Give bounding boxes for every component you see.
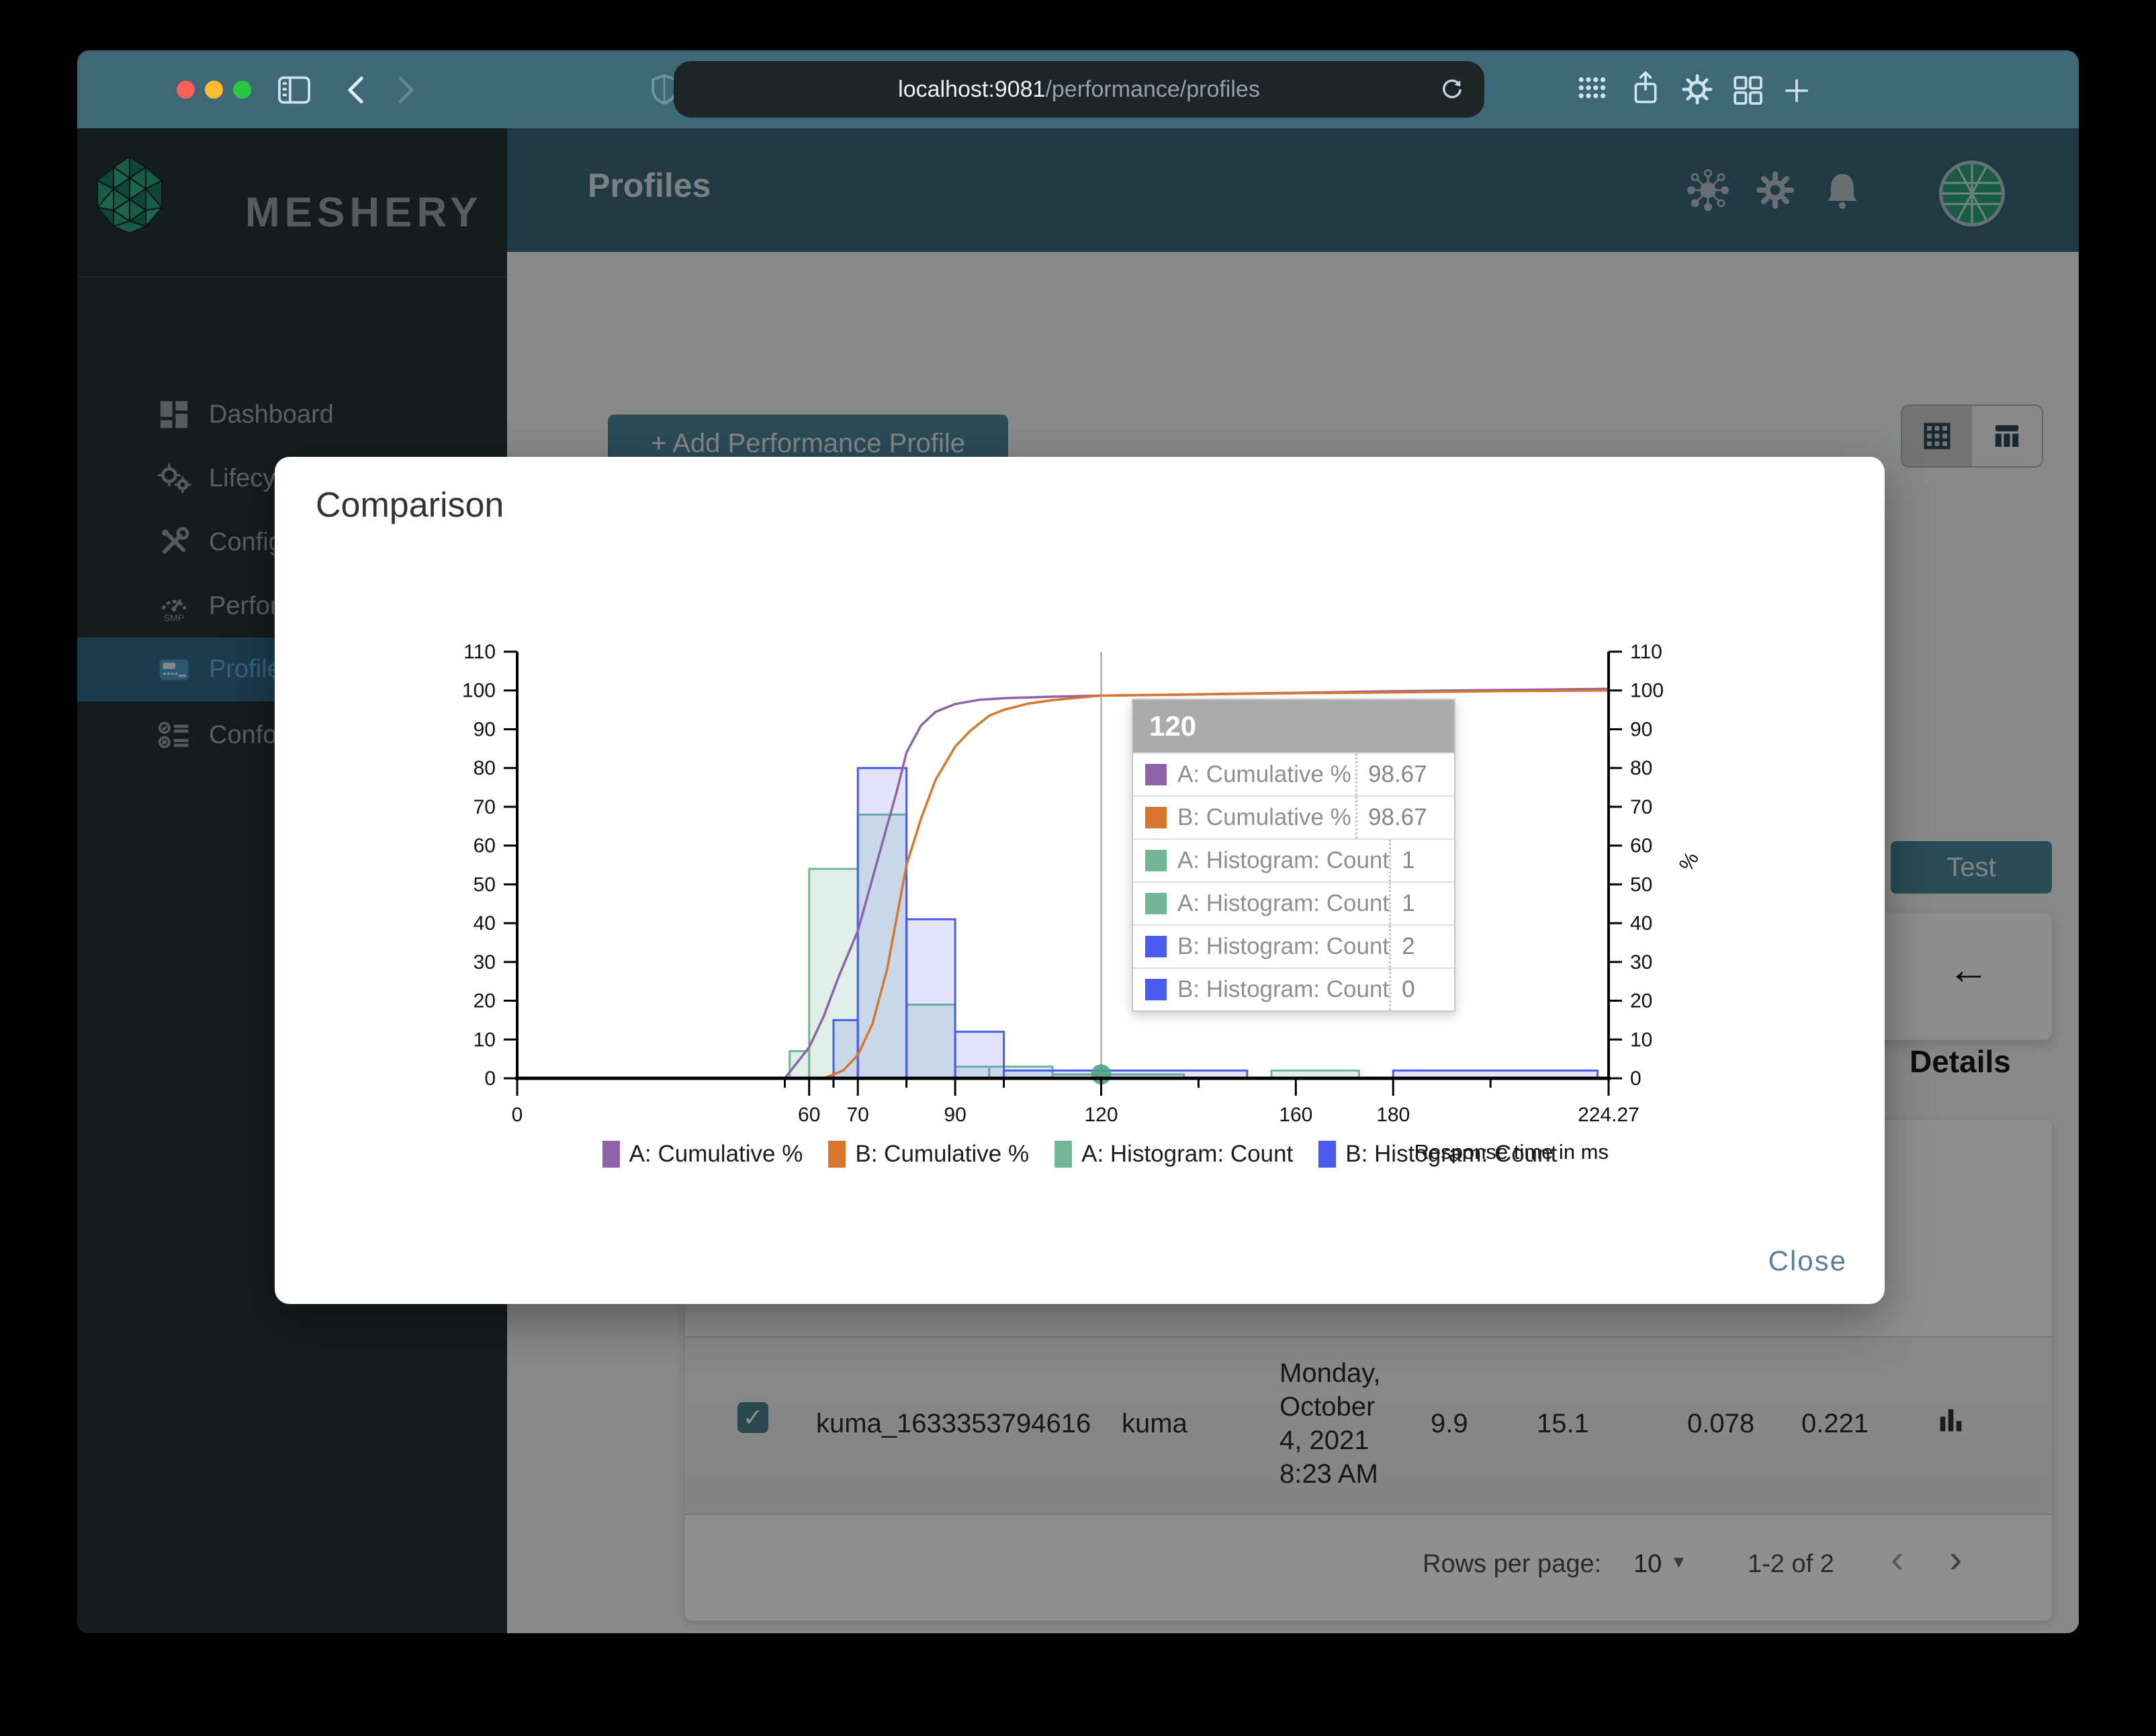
svg-text:20: 20 — [1630, 990, 1652, 1012]
svg-text:30: 30 — [1630, 951, 1652, 973]
comparison-modal: Comparison 0 0 10 10 20 20 30 30 40 40 50 50 60 60 70 7… — [275, 457, 1885, 1304]
legend-item[interactable]: B: Cumulative % — [828, 1141, 1029, 1168]
legend-item[interactable]: A: Histogram: Count — [1054, 1141, 1293, 1168]
browser-window: localhost:9081/performance/profiles MESH… — [77, 50, 2079, 1633]
tooltip-row: A: Histogram: Count 1 — [1133, 881, 1454, 924]
close-traffic-light[interactable] — [177, 81, 195, 99]
series-swatch — [1145, 936, 1167, 957]
svg-text:110: 110 — [463, 641, 496, 663]
tooltip-row: A: Cumulative % 98.67 — [1133, 752, 1454, 795]
sidebar-toggle-icon[interactable] — [276, 72, 312, 108]
svg-text:40: 40 — [1630, 912, 1652, 935]
tooltip-row: B: Histogram: Count 0 — [1133, 967, 1454, 1010]
svg-text:10: 10 — [474, 1029, 496, 1051]
svg-text:30: 30 — [474, 951, 496, 973]
browser-toolbar: localhost:9081/performance/profiles — [77, 50, 2079, 128]
url-path: /performance/profiles — [1045, 76, 1260, 102]
svg-text:0: 0 — [1630, 1068, 1642, 1090]
legend-swatch — [1318, 1141, 1337, 1168]
zoom-traffic-light[interactable] — [233, 81, 251, 99]
new-tab-icon[interactable] — [1781, 75, 1813, 107]
svg-text:0: 0 — [484, 1068, 496, 1090]
svg-text:100: 100 — [1630, 680, 1664, 702]
reload-icon[interactable] — [1439, 76, 1466, 103]
legend-item[interactable]: A: Cumulative % — [602, 1141, 803, 1168]
svg-text:180: 180 — [1376, 1104, 1410, 1126]
series-swatch — [1145, 979, 1167, 1000]
svg-text:110: 110 — [1630, 641, 1662, 663]
minimize-traffic-light[interactable] — [205, 81, 223, 99]
svg-text:80: 80 — [1630, 757, 1652, 779]
tooltip-row: B: Histogram: Count 2 — [1133, 924, 1454, 967]
chart-legend: A: Cumulative % B: Cumulative % A: Histo… — [275, 1134, 1885, 1174]
grid-dots-icon[interactable] — [1576, 75, 1609, 104]
svg-text:50: 50 — [474, 873, 496, 896]
svg-text:80: 80 — [474, 757, 496, 779]
svg-text:160: 160 — [1279, 1104, 1312, 1126]
svg-text:90: 90 — [1630, 718, 1652, 740]
svg-text:70: 70 — [847, 1104, 869, 1126]
svg-text:40: 40 — [474, 912, 496, 935]
legend-swatch — [828, 1141, 846, 1168]
tab-overview-icon[interactable] — [1731, 73, 1764, 107]
legend-swatch — [602, 1141, 620, 1168]
svg-text:0: 0 — [512, 1104, 523, 1126]
close-button[interactable]: Close — [1768, 1245, 1847, 1277]
url-host: localhost:9081 — [898, 76, 1046, 102]
svg-text:90: 90 — [944, 1104, 966, 1126]
series-swatch — [1145, 807, 1167, 828]
svg-text:60: 60 — [474, 835, 496, 857]
svg-text:100: 100 — [462, 680, 496, 702]
tooltip-row: A: Histogram: Count 1 — [1133, 838, 1454, 881]
svg-text:224.27: 224.27 — [1578, 1104, 1640, 1126]
svg-text:60: 60 — [1630, 835, 1652, 857]
tooltip-row: B: Cumulative % 98.67 — [1133, 795, 1454, 838]
legend-swatch — [1054, 1141, 1073, 1168]
svg-text:90: 90 — [474, 718, 496, 740]
svg-text:70: 70 — [474, 796, 496, 818]
chart-tooltip: 120 A: Cumulative % 98.67 B: Cumulative … — [1132, 699, 1455, 1012]
svg-text:%: % — [1675, 848, 1703, 875]
series-swatch — [1145, 850, 1167, 871]
series-swatch — [1145, 764, 1167, 785]
address-bar[interactable]: localhost:9081/performance/profiles — [674, 61, 1484, 118]
tooltip-header: 120 — [1133, 700, 1454, 752]
legend-item[interactable]: B: Histogram: Count — [1318, 1141, 1557, 1168]
share-icon[interactable] — [1629, 69, 1662, 107]
svg-text:50: 50 — [1630, 873, 1652, 896]
comparison-chart[interactable]: 0 010 1020 2030 3040 4050 5060 6070 7080 8090 9010… — [275, 457, 1885, 1304]
svg-text:10: 10 — [1630, 1029, 1652, 1051]
forward-icon[interactable] — [388, 73, 421, 107]
series-swatch — [1145, 893, 1167, 914]
svg-text:120: 120 — [1084, 1104, 1118, 1126]
svg-text:70: 70 — [1630, 796, 1652, 818]
screenshot-root: localhost:9081/performance/profiles MESH… — [0, 0, 2156, 1736]
svg-text:20: 20 — [474, 990, 496, 1012]
svg-text:60: 60 — [798, 1104, 820, 1126]
back-icon[interactable] — [341, 73, 374, 107]
settings-gear-icon[interactable] — [1680, 72, 1715, 107]
